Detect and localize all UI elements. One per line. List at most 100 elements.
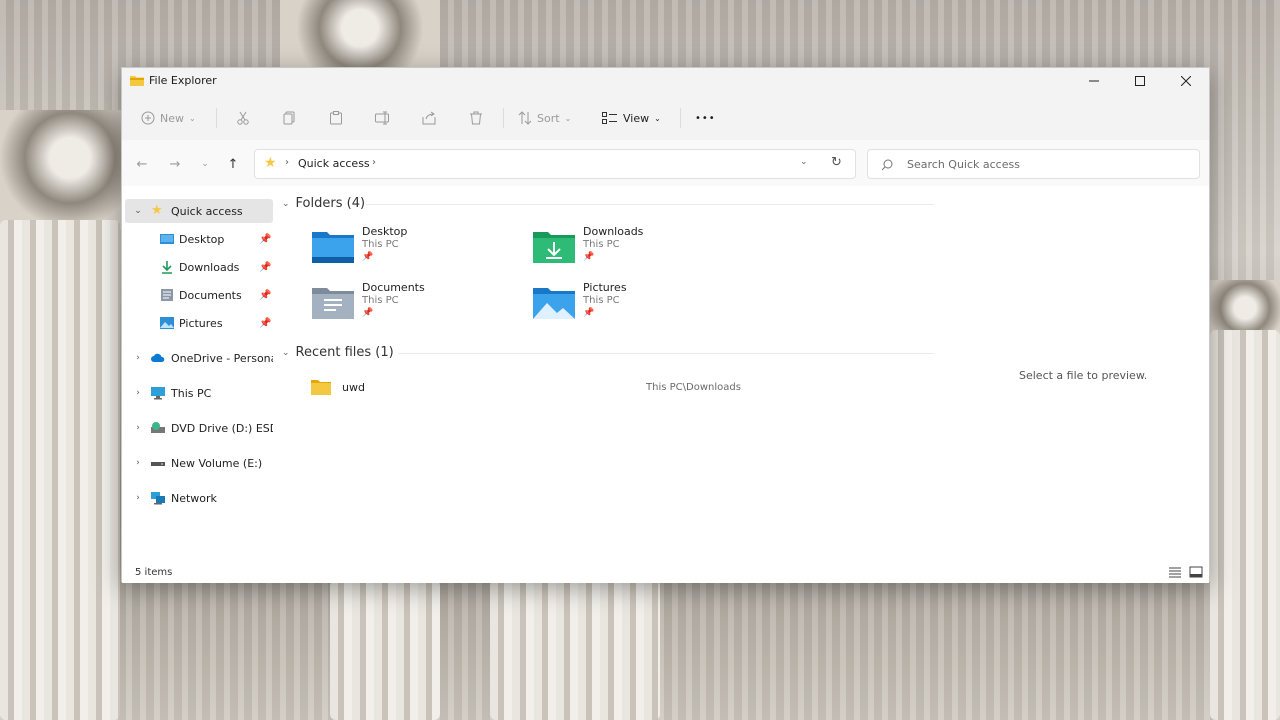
- copy-button[interactable]: [283, 108, 297, 128]
- recent-locations-button[interactable]: ⌄: [195, 154, 215, 174]
- sort-button[interactable]: Sort ⌄: [518, 108, 571, 128]
- folders-group-header[interactable]: ⌄ Folders (4): [282, 196, 365, 211]
- sidebar-label: OneDrive - Personal: [171, 351, 273, 365]
- preview-message: Select a file to preview.: [1019, 369, 1148, 382]
- chevron-right-icon: ›: [372, 157, 376, 168]
- chevron-down-icon[interactable]: ⌄: [133, 206, 143, 216]
- folder-tile-documents[interactable]: Documents This PC 📌: [312, 281, 522, 331]
- chevron-down-icon: ⌄: [564, 113, 572, 123]
- delete-button[interactable]: [469, 108, 483, 128]
- background-capital: [280, 0, 440, 70]
- chevron-right-icon[interactable]: ›: [133, 388, 143, 398]
- recent-files-group-header[interactable]: ⌄ Recent files (1): [282, 345, 394, 360]
- chevron-down-icon: ⌄: [189, 113, 196, 123]
- chevron-right-icon[interactable]: ›: [133, 423, 143, 433]
- rename-button[interactable]: [375, 108, 391, 128]
- arrow-right-icon: →: [169, 156, 181, 172]
- pin-icon: 📌: [362, 308, 374, 318]
- maximize-button[interactable]: [1117, 68, 1163, 94]
- command-bar: New ⌄ Sort ⌄ View ⌄ •••: [122, 94, 1209, 140]
- sidebar-label: DVD Drive (D:) ESD-I: [171, 421, 273, 435]
- address-bar[interactable]: ★ › Quick access › ⌄ ↻: [254, 149, 856, 179]
- share-button[interactable]: [422, 108, 436, 128]
- pictures-folder-icon: [533, 288, 575, 319]
- pin-icon: 📌: [259, 261, 272, 273]
- chevron-down-icon: ⌄: [654, 113, 661, 123]
- more-options-button[interactable]: •••: [695, 108, 716, 128]
- search-input[interactable]: Search Quick access: [867, 149, 1200, 179]
- pictures-icon: [160, 317, 174, 329]
- item-count: 5 items: [135, 567, 173, 578]
- document-icon: [161, 289, 173, 301]
- chevron-down-icon: ⌄: [282, 347, 290, 358]
- chevron-right-icon[interactable]: ›: [133, 353, 143, 363]
- sidebar-item-onedrive[interactable]: › OneDrive - Personal: [125, 346, 273, 370]
- plus-circle-icon: [141, 111, 155, 125]
- folder-name: Downloads: [583, 225, 644, 238]
- cloud-icon: [151, 353, 165, 362]
- background-column: [1210, 330, 1280, 720]
- folder-location: This PC: [362, 295, 399, 306]
- folder-tile-downloads[interactable]: Downloads This PC 📌: [533, 225, 743, 275]
- chevron-right-icon[interactable]: ›: [133, 493, 143, 503]
- share-icon: [422, 111, 436, 125]
- sidebar-item-quick-access[interactable]: ⌄ ★ Quick access: [125, 199, 273, 223]
- chevron-right-icon[interactable]: ›: [133, 458, 143, 468]
- chevron-down-icon[interactable]: ⌄: [800, 157, 808, 167]
- window-title: File Explorer: [149, 74, 217, 87]
- title-bar[interactable]: File Explorer: [122, 68, 1209, 94]
- computer-icon: [151, 387, 165, 400]
- sidebar-item-downloads[interactable]: Downloads 📌: [125, 255, 273, 279]
- sidebar-item-network[interactable]: › Network: [125, 486, 273, 510]
- status-bar: 5 items: [122, 558, 1209, 583]
- up-button[interactable]: ↑: [223, 154, 243, 174]
- folder-tile-pictures[interactable]: Pictures This PC 📌: [533, 281, 743, 331]
- sidebar-label: Documents: [179, 288, 242, 302]
- file-explorer-window: File Explorer New ⌄ Sort ⌄ View ⌄ ••• ← …: [121, 67, 1211, 583]
- background-column: [0, 220, 120, 720]
- address-row: ← → ⌄ ↑ ★ › Quick access › ⌄ ↻ Search Qu…: [122, 140, 1209, 186]
- sidebar-item-this-pc[interactable]: › This PC: [125, 381, 273, 405]
- back-button[interactable]: ←: [132, 154, 152, 174]
- sidebar-item-documents[interactable]: Documents 📌: [125, 283, 273, 307]
- tiles-view-icon[interactable]: [1189, 566, 1203, 578]
- paste-icon: [330, 111, 342, 125]
- sidebar-item-new-volume[interactable]: › New Volume (E:): [125, 451, 273, 475]
- cut-button[interactable]: [236, 108, 250, 128]
- forward-button[interactable]: →: [165, 154, 185, 174]
- folder-icon: [311, 380, 331, 395]
- recent-file-path: This PC\Downloads: [646, 382, 741, 393]
- toolbar-divider: [680, 108, 681, 128]
- new-button[interactable]: New ⌄: [141, 108, 196, 128]
- star-icon: ★: [264, 155, 277, 171]
- close-icon: [1181, 76, 1191, 86]
- group-divider: [366, 204, 934, 205]
- refresh-icon[interactable]: ↻: [831, 155, 842, 170]
- sidebar-label: Desktop: [179, 232, 225, 246]
- search-placeholder: Search Quick access: [907, 158, 1020, 171]
- copy-icon: [283, 111, 295, 125]
- close-button[interactable]: [1163, 68, 1209, 94]
- view-button[interactable]: View ⌄: [602, 108, 661, 128]
- minimize-button[interactable]: [1071, 68, 1117, 94]
- sidebar-item-dvd-drive[interactable]: › DVD Drive (D:) ESD-I: [125, 416, 273, 440]
- breadcrumb-quick-access[interactable]: Quick access: [298, 157, 370, 170]
- pin-icon: 📌: [259, 317, 272, 329]
- recent-file-row[interactable]: uwd This PC\Downloads: [304, 377, 934, 399]
- folder-tile-desktop[interactable]: Desktop This PC 📌: [312, 225, 522, 275]
- sidebar-label: Pictures: [179, 316, 223, 330]
- details-view-icon[interactable]: [1168, 566, 1182, 578]
- chevron-right-icon: ›: [285, 157, 289, 168]
- star-icon: ★: [151, 203, 163, 218]
- paste-button[interactable]: [329, 108, 343, 128]
- sidebar-item-pictures[interactable]: Pictures 📌: [125, 311, 273, 335]
- toolbar-divider: [503, 108, 504, 128]
- folder-location: This PC: [362, 239, 399, 250]
- preview-pane: Select a file to preview.: [934, 186, 1211, 558]
- network-icon: [151, 492, 165, 505]
- sidebar-label: Downloads: [179, 260, 240, 274]
- background-capital: [0, 110, 140, 230]
- folder-name: Pictures: [583, 281, 627, 294]
- sidebar-item-desktop[interactable]: Desktop 📌: [125, 227, 273, 251]
- search-icon: [881, 159, 893, 171]
